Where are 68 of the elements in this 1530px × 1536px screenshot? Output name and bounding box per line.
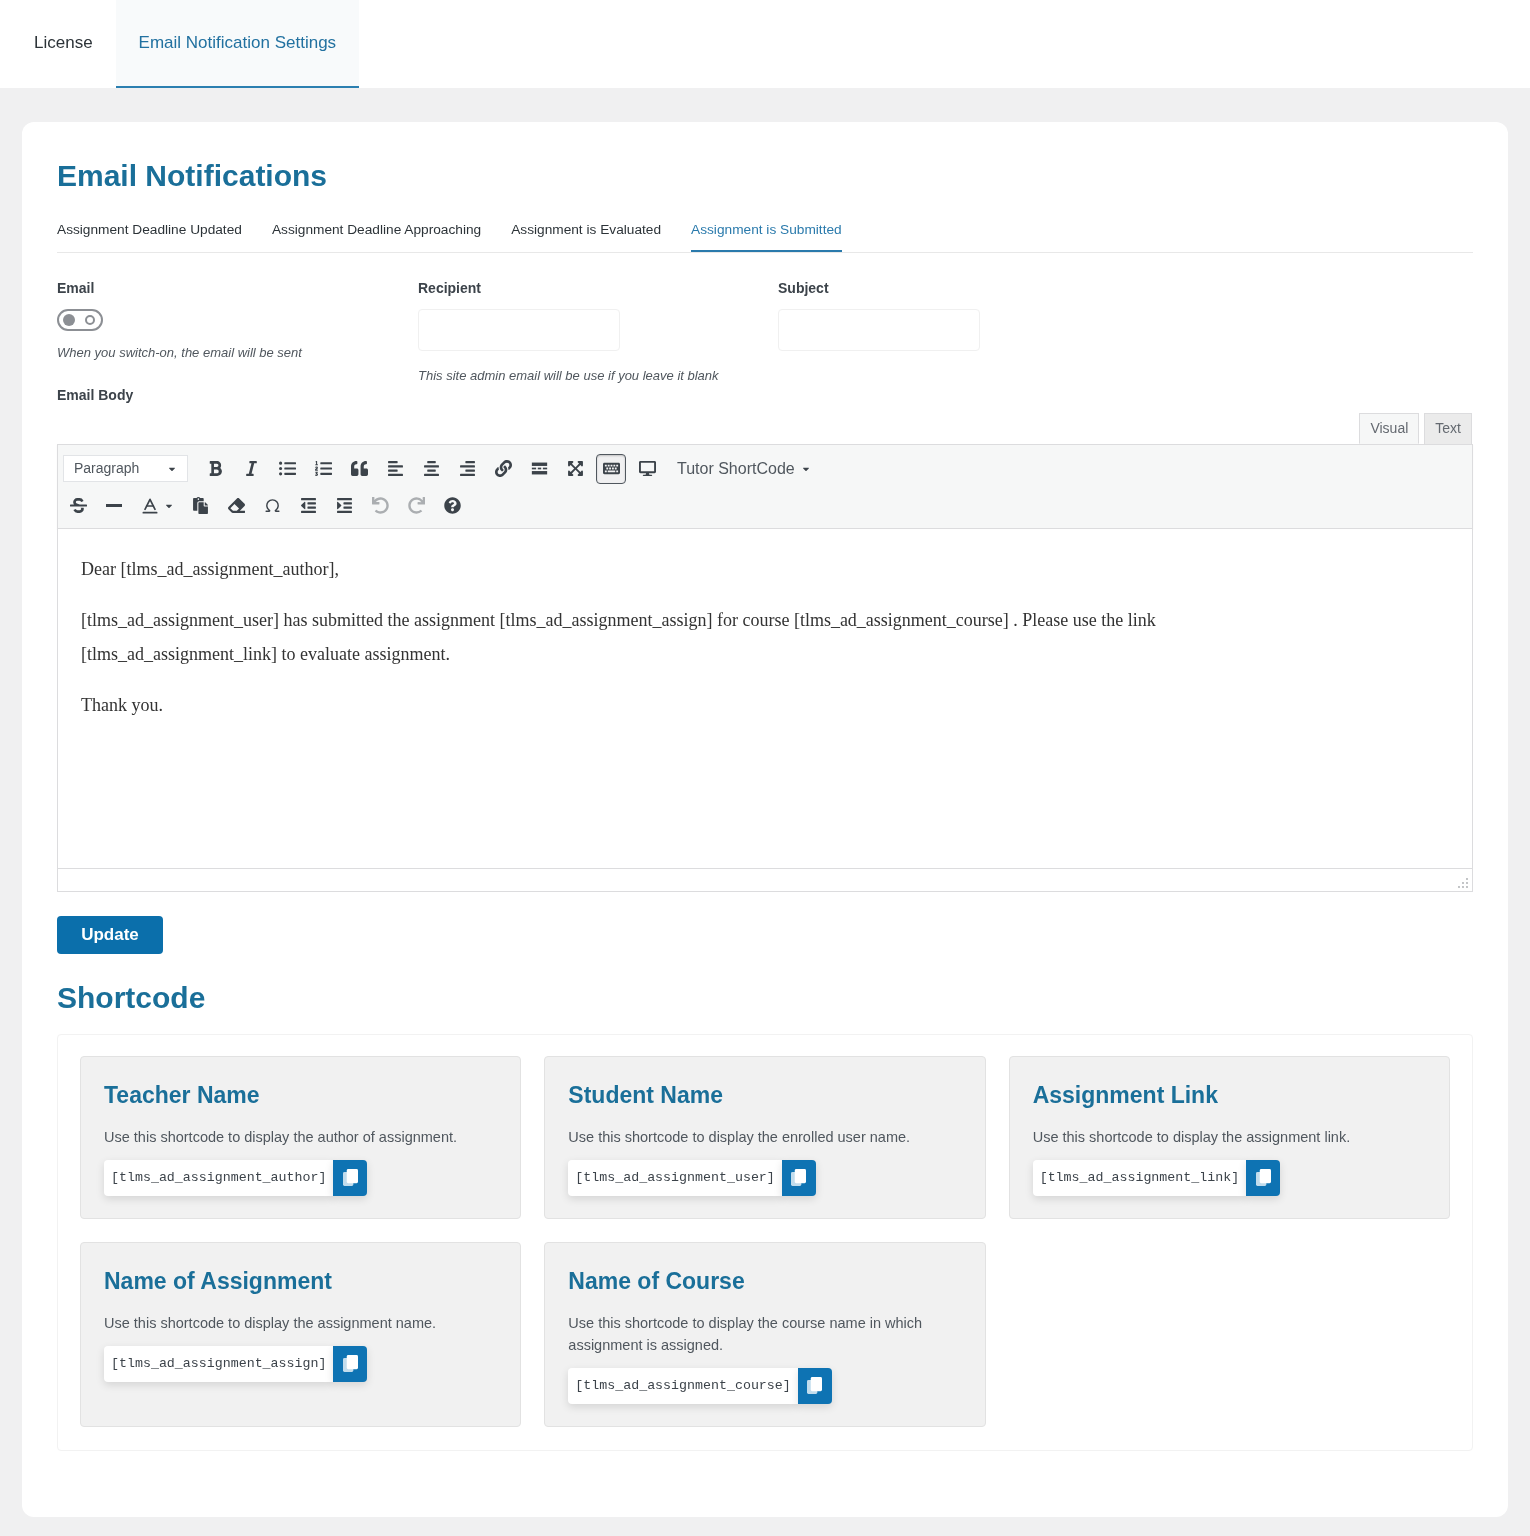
outdent-icon [299, 497, 317, 515]
copy-icon [791, 1169, 807, 1187]
top-tab[interactable]: License [11, 0, 116, 88]
toolbar-toggle-button[interactable] [596, 453, 626, 484]
copy-icon [1255, 1169, 1271, 1187]
shortcode-field[interactable]: [tlms_ad_assignment_assign] [104, 1345, 334, 1382]
quote-icon [350, 460, 368, 478]
card-description: Use this shortcode to display the course name in which assignment is assigned. [568, 1313, 924, 1355]
monitor-icon [638, 460, 656, 478]
copy-icon [342, 1169, 358, 1187]
copy-icon [342, 1355, 358, 1373]
help-icon [443, 497, 461, 515]
top-tab[interactable]: Email Notification Settings [115, 0, 360, 88]
indent-icon [335, 497, 353, 515]
omega-icon [263, 497, 281, 515]
notification-tab[interactable]: Assignment Deadline Updated [57, 220, 242, 252]
redo-icon [407, 497, 425, 515]
shortcode-field[interactable]: [tlms_ad_assignment_course] [568, 1367, 798, 1404]
card-title: Assignment Link [1032, 1080, 1218, 1110]
eraser-icon [227, 497, 245, 515]
card-description: Use this shortcode to display the assignment name. [104, 1313, 437, 1333]
card-title: Student Name [568, 1080, 723, 1110]
copy-icon [807, 1377, 823, 1395]
undo-icon [371, 497, 389, 515]
body-paragraph: [tlms_ad_assignment_user] has submitted the assignment [tlms_ad_assignment_assign] for course [tlms_ad_assignment_course] . Please use the link [tlms_ad_assignment_link] to evaluate assignment. [81, 608, 1157, 666]
card-description: Use this shortcode to display the author of assignment. [104, 1127, 458, 1147]
numbered-list-icon [314, 460, 332, 478]
clipboard-icon [191, 497, 209, 515]
align-right-icon [458, 460, 476, 478]
card-description: Use this shortcode to display the enrolled user name. [568, 1127, 911, 1147]
section-title: Shortcode [57, 979, 207, 1016]
field-label: Email Body [57, 385, 135, 405]
notification-tab[interactable]: Assignment is Evaluated [511, 220, 662, 252]
copy-button[interactable] [333, 1159, 368, 1196]
update-button[interactable]: Update [57, 915, 163, 954]
shortcode-field[interactable]: [tlms_ad_assignment_author] [104, 1159, 334, 1196]
copy-button[interactable] [781, 1159, 816, 1196]
resize-handle-icon[interactable] [1458, 877, 1468, 888]
shortcode-menu-button[interactable]: Tutor ShortCode [668, 453, 820, 484]
align-center-icon [422, 460, 440, 478]
field-label: Recipient [418, 278, 481, 298]
card-title: Name of Assignment [104, 1266, 332, 1296]
field-hint: When you switch-on, the email will be sent [57, 343, 304, 362]
card-description: Use this shortcode to display the assignment link. [1032, 1127, 1351, 1147]
editor-tab[interactable]: Visual [1359, 412, 1420, 444]
field-hint: This site admin email will be use if you leave it blank [418, 366, 719, 385]
editor-tab[interactable]: Text [1424, 412, 1472, 444]
card-title: Teacher Name [104, 1080, 260, 1110]
body-paragraph: Thank you. [81, 693, 164, 717]
field-label: Email [57, 278, 96, 298]
align-left-icon [386, 460, 404, 478]
link-icon [494, 460, 512, 478]
copy-button[interactable] [333, 1345, 368, 1382]
notification-tab[interactable]: Assignment Deadline Approaching [271, 220, 482, 252]
field-label: Subject [778, 278, 829, 298]
body-paragraph: Dear [tlms_ad_assignment_author], [81, 557, 340, 581]
strikethrough-icon [69, 497, 87, 515]
card-title: Name of Course [568, 1266, 745, 1296]
format-select[interactable]: Paragraph [63, 455, 188, 483]
copy-button[interactable] [797, 1367, 832, 1404]
shortcode-field[interactable]: [tlms_ad_assignment_link] [1032, 1159, 1247, 1196]
bullet-list-icon [278, 460, 296, 478]
expand-arrows-icon [566, 460, 584, 478]
copy-button[interactable] [1246, 1159, 1281, 1196]
notification-tab[interactable]: Assignment is Submitted [691, 220, 842, 252]
page-title: Email Notifications [57, 158, 329, 194]
shortcode-field[interactable]: [tlms_ad_assignment_user] [568, 1159, 782, 1196]
email-toggle[interactable] [57, 308, 103, 331]
